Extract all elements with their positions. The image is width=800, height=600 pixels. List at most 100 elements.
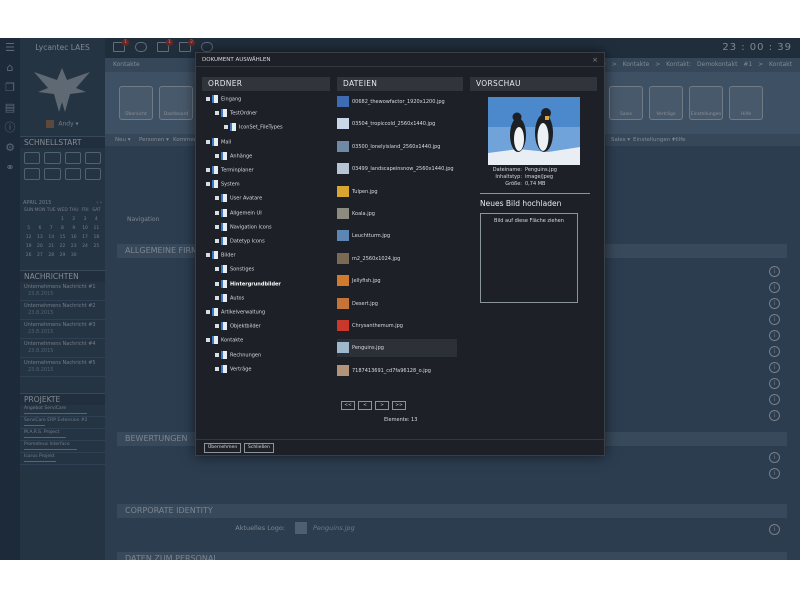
- folder-icon: [212, 180, 218, 189]
- folder-item[interactable]: IconSet_FileTypes: [224, 123, 283, 132]
- file-name: Tulpen.jpg: [352, 188, 378, 195]
- file-name: Leuchtturm.jpg: [352, 233, 391, 240]
- files-header: DATEIEN: [337, 77, 463, 91]
- folder-item[interactable]: Datetyp Icons: [215, 237, 265, 246]
- folder-item[interactable]: TestOrdner: [215, 109, 257, 118]
- folder-label: Artikelverwaltung: [221, 309, 266, 316]
- metadata-key: Inhaltstyp:: [495, 174, 522, 180]
- folder-label: Datetyp Icons: [230, 238, 265, 245]
- folder-icon: [221, 265, 227, 274]
- file-thumbnail: [337, 297, 349, 309]
- file-item[interactable]: 03500_lonelyisland_2560x1440.jpg: [337, 138, 457, 156]
- folder-item[interactable]: Hintergrundbilder: [215, 279, 281, 289]
- file-item[interactable]: Chrysanthemum.jpg: [337, 317, 457, 335]
- metadata-value: image/jpeg: [525, 174, 554, 180]
- file-thumbnail: [337, 163, 349, 175]
- folder-item[interactable]: Eingang: [206, 95, 241, 104]
- dialog-header: DOKUMENT AUSWÄHLEN ×: [196, 53, 604, 67]
- file-item[interactable]: 7187413691_cd7fa96128_o.jpg: [337, 362, 457, 380]
- expand-toggle-icon[interactable]: [215, 239, 219, 243]
- apply-button[interactable]: Übernehmen: [204, 443, 242, 453]
- folder-label: IconSet_FileTypes: [239, 124, 283, 131]
- pager-button[interactable]: <: [358, 401, 372, 410]
- file-item[interactable]: 03499_landscapeinsnow_2560x1440.jpg: [337, 160, 457, 178]
- close-icon[interactable]: ×: [592, 53, 598, 67]
- file-thumbnail: [337, 230, 349, 242]
- folder-item[interactable]: Artikelverwaltung: [206, 308, 265, 317]
- expand-toggle-icon[interactable]: [215, 366, 219, 371]
- folder-label: Rechnungen: [230, 352, 262, 359]
- folder-item[interactable]: Autos: [215, 293, 244, 303]
- folder-icon: [230, 123, 236, 132]
- file-name: 03504_tropiccold_2560x1440.jpg: [352, 121, 436, 128]
- folder-item[interactable]: Terminplaner: [206, 166, 254, 175]
- folder-item[interactable]: Verträge: [215, 364, 252, 374]
- expand-toggle-icon[interactable]: [224, 125, 228, 130]
- folder-item[interactable]: Allgemein UI: [215, 208, 262, 218]
- folder-icon: [221, 222, 227, 231]
- file-item[interactable]: Desert.jpg: [337, 295, 457, 313]
- file-thumbnail: [337, 208, 349, 219]
- file-name: Penguins.jpg: [352, 345, 384, 352]
- folder-item[interactable]: Sonstiges: [215, 265, 254, 274]
- expand-toggle-icon[interactable]: [215, 295, 219, 300]
- expand-toggle-icon[interactable]: [215, 281, 219, 286]
- folder-label: Kontakte: [221, 337, 244, 344]
- folder-icon: [221, 279, 227, 288]
- folder-label: Verträge: [230, 366, 252, 373]
- file-item[interactable]: 00682_thewowfactor_1920x1200.jpg: [337, 93, 457, 111]
- file-item[interactable]: Tulpen.jpg: [337, 183, 457, 201]
- file-name: 00682_thewowfactor_1920x1200.jpg: [352, 99, 445, 105]
- close-button[interactable]: Schließen: [244, 443, 274, 453]
- metadata-row: Dateiname: Penguins.jpg: [486, 167, 557, 174]
- expand-toggle-icon[interactable]: [206, 182, 210, 187]
- preview-metadata: Dateiname: Penguins.jpg Inhaltstyp: image/j…: [486, 167, 557, 188]
- folder-icon: [221, 293, 227, 302]
- expand-toggle-icon[interactable]: [206, 338, 210, 343]
- expand-toggle-icon[interactable]: [215, 153, 219, 158]
- expand-toggle-icon[interactable]: [206, 253, 210, 258]
- folder-item[interactable]: Objektbilder: [215, 322, 261, 331]
- expand-toggle-icon[interactable]: [215, 111, 219, 116]
- metadata-value: 0,74 MB: [525, 181, 546, 187]
- folder-label: Allgemein UI: [230, 210, 262, 217]
- expand-toggle-icon[interactable]: [215, 196, 219, 201]
- file-item[interactable]: Jellyfish.jpg: [337, 272, 457, 290]
- folder-item[interactable]: System: [206, 180, 240, 189]
- expand-toggle-icon[interactable]: [206, 168, 210, 172]
- file-item[interactable]: Leuchtturm.jpg: [337, 227, 457, 245]
- expand-toggle-icon[interactable]: [206, 310, 210, 314]
- upload-title: Neues Bild hochladen: [480, 199, 562, 208]
- select-document-dialog: DOKUMENT AUSWÄHLEN × ORDNER Eingang TestO…: [195, 52, 606, 456]
- expand-toggle-icon[interactable]: [215, 210, 219, 215]
- folder-icon: [221, 109, 227, 118]
- expand-toggle-icon[interactable]: [215, 224, 219, 229]
- folder-item[interactable]: Bilder: [206, 251, 236, 260]
- folder-label: Hintergrundbilder: [230, 281, 281, 288]
- file-item[interactable]: Penguins.jpg: [337, 339, 457, 358]
- folder-icon: [221, 350, 227, 359]
- pager-button[interactable]: >: [375, 401, 389, 410]
- preview-column: VORSCHAU: [470, 77, 597, 91]
- folder-item[interactable]: Navigation Icons: [215, 222, 272, 232]
- file-item[interactable]: 03504_tropiccold_2560x1440.jpg: [337, 115, 457, 133]
- folder-item[interactable]: Anhänge: [215, 151, 252, 161]
- expand-toggle-icon[interactable]: [215, 324, 219, 329]
- folder-item[interactable]: User Avatare: [215, 194, 262, 203]
- folder-item[interactable]: Mail: [206, 137, 231, 147]
- metadata-row: Größe: 0,74 MB: [486, 181, 557, 188]
- file-item[interactable]: Koala.jpg: [337, 205, 457, 223]
- folder-item[interactable]: Kontakte: [206, 336, 243, 345]
- file-thumbnail: [337, 342, 349, 354]
- expand-toggle-icon[interactable]: [215, 267, 219, 272]
- pager-button[interactable]: <<: [341, 401, 355, 410]
- expand-toggle-icon[interactable]: [206, 97, 210, 101]
- folder-icon: [221, 364, 227, 373]
- upload-drop-zone[interactable]: Bild auf diese Fläche ziehen: [480, 213, 578, 303]
- file-item[interactable]: m2_2560x1024.jpg: [337, 250, 457, 268]
- folder-icon: [221, 322, 227, 331]
- pager-button[interactable]: >>: [392, 401, 406, 410]
- expand-toggle-icon[interactable]: [215, 352, 219, 357]
- expand-toggle-icon[interactable]: [206, 139, 210, 144]
- folder-item[interactable]: Rechnungen: [215, 350, 262, 360]
